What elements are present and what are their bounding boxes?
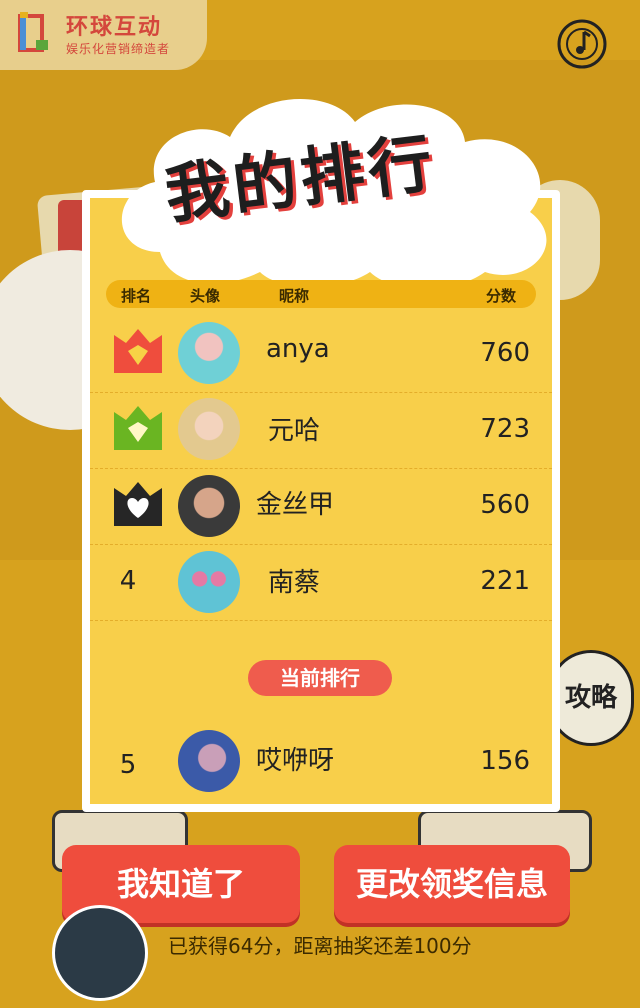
nickname: anya: [266, 334, 330, 364]
black-crown-icon: [114, 482, 162, 526]
header-nickname: 昵称: [279, 287, 310, 305]
current-score: 156: [480, 746, 530, 776]
table-header: [106, 280, 536, 308]
avatar: [178, 398, 240, 460]
nickname: 金丝甲: [256, 490, 335, 520]
score: 560: [480, 490, 530, 520]
current-nickname: 哎咿呀: [256, 746, 335, 776]
row-divider: [90, 392, 552, 393]
change-info-button[interactable]: 更改领奖信息: [334, 845, 570, 923]
nickname: 元哈: [268, 416, 321, 446]
header-avatar: 头像: [190, 287, 221, 305]
music-icon[interactable]: [556, 18, 608, 70]
score: 760: [480, 338, 530, 368]
nickname: 南蔡: [268, 568, 321, 598]
current-rank-number: 5: [119, 750, 137, 780]
score-status: 已获得64分，距离抽奖还差100分: [168, 934, 472, 958]
user-avatar: [52, 905, 148, 1001]
logo-banner: 环球互动 娱乐化营销缔造者: [0, 0, 207, 70]
current-avatar: [178, 730, 240, 792]
row-divider: [90, 468, 552, 469]
avatar: [178, 551, 240, 613]
avatar: [178, 322, 240, 384]
header-rank: 排名: [121, 287, 152, 305]
row-divider: [90, 544, 552, 545]
score: 221: [480, 566, 530, 596]
row-divider: [90, 620, 552, 621]
logo-title: 环球互动: [66, 15, 163, 40]
background-strategy-button: 攻略: [548, 650, 634, 746]
logo-icon: [18, 12, 48, 52]
header-score: 分数: [486, 287, 517, 305]
red-crown-icon: [114, 329, 162, 373]
score: 723: [480, 414, 530, 444]
logo-subtitle: 娱乐化营销缔造者: [66, 42, 171, 56]
avatar: [178, 475, 240, 537]
green-crown-icon: [114, 406, 162, 450]
rank-number: 4: [119, 566, 137, 596]
current-rank-badge: 当前排行: [248, 660, 392, 696]
